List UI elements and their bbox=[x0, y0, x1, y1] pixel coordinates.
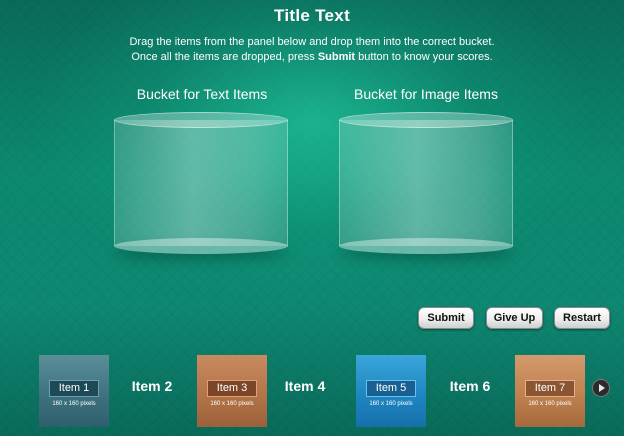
instructions-line-2-end: button to know your scores. bbox=[355, 51, 493, 63]
item-1-size: 160 x 160 pixels bbox=[52, 401, 96, 407]
draggable-item-6[interactable]: Item 6 bbox=[440, 378, 500, 394]
text-bucket-drop-zone[interactable] bbox=[114, 112, 288, 254]
draggable-item-5[interactable]: Item 5 160 x 160 pixels bbox=[356, 355, 426, 427]
item-5-label: Item 5 bbox=[365, 380, 417, 397]
draggable-item-2[interactable]: Item 2 bbox=[122, 378, 182, 394]
draggable-item-3[interactable]: Item 3 160 x 160 pixels bbox=[197, 355, 267, 427]
item-1-label: Item 1 bbox=[48, 380, 100, 397]
item-3-label: Item 3 bbox=[206, 380, 258, 397]
bucket-body bbox=[114, 120, 288, 246]
instructions-line-2: Once all the items are dropped, press Su… bbox=[0, 50, 624, 65]
submit-button[interactable]: Submit bbox=[418, 307, 474, 329]
bucket-top-rim bbox=[339, 112, 513, 128]
draggable-item-7[interactable]: Item 7 160 x 160 pixels bbox=[515, 355, 585, 427]
draggable-item-4[interactable]: Item 4 bbox=[275, 378, 335, 394]
text-bucket-label: Bucket for Text Items bbox=[136, 86, 268, 102]
instructions-submit-emphasis: Submit bbox=[317, 51, 356, 63]
instructions-line-1: Drag the items from the panel below and … bbox=[129, 36, 495, 48]
item-7-size: 160 x 160 pixels bbox=[528, 401, 572, 407]
item-3-size: 160 x 160 pixels bbox=[210, 401, 254, 407]
item-7-label: Item 7 bbox=[524, 380, 576, 397]
chevron-right-icon bbox=[599, 384, 605, 392]
image-bucket-label: Bucket for Image Items bbox=[354, 86, 498, 102]
bucket-top-rim bbox=[114, 112, 288, 128]
instructions-line-2-start: Once all the items are dropped, press bbox=[131, 51, 318, 63]
give-up-button[interactable]: Give Up bbox=[486, 307, 543, 329]
next-items-button[interactable] bbox=[592, 379, 610, 397]
draggable-item-1[interactable]: Item 1 160 x 160 pixels bbox=[39, 355, 109, 427]
instructions: Drag the items from the panel below and … bbox=[0, 35, 624, 65]
item-5-size: 160 x 160 pixels bbox=[369, 401, 413, 407]
image-bucket-drop-zone[interactable] bbox=[339, 112, 513, 254]
bucket-body bbox=[339, 120, 513, 246]
page-title: Title Text bbox=[273, 6, 351, 25]
restart-button[interactable]: Restart bbox=[554, 307, 610, 329]
